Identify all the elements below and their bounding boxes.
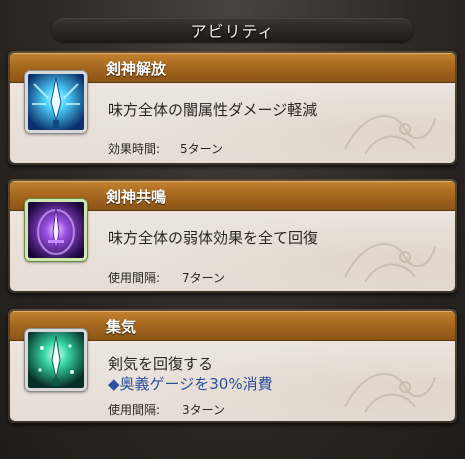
ability-cooldown-label: 使用間隔: — [108, 271, 161, 285]
ability-gauge-cost: ◆奥義ゲージを30%消費 — [108, 375, 273, 393]
blue-sword-burst-icon — [25, 71, 87, 133]
ability-description: 剣気を回復する — [108, 355, 214, 373]
filigree-ornament-icon — [344, 242, 436, 283]
filigree-ornament-icon — [344, 372, 436, 413]
ability-card-3[interactable]: 集気 剣気を回復する ◆奥義ゲージを30%消費 使用間隔: 3ターン — [8, 309, 457, 423]
ability-name: 剣神共鳴 — [106, 188, 167, 206]
ability-card-body: 剣神解放 味方全体の闇属性ダメージ軽減 効果時間: 5ターン — [10, 53, 455, 163]
filigree-ornament-icon — [344, 114, 436, 155]
panel-header: アビリティ — [0, 0, 465, 46]
ability-name: 集気 — [106, 318, 137, 336]
ability-panel: アビリティ 剣神解放 味方全体の闇属性ダメージ軽減 効果時間: 5ターン 剣神共… — [0, 0, 465, 459]
ability-description: 味方全体の闇属性ダメージ軽減 — [108, 101, 318, 119]
ability-card-body: 集気 剣気を回復する ◆奥義ゲージを30%消費 使用間隔: 3ターン — [10, 311, 455, 421]
ability-duration-value: 5ターン — [180, 142, 224, 156]
ability-card-body: 剣神共鳴 味方全体の弱体効果を全て回復 使用間隔: 7ターン — [10, 181, 455, 291]
green-sword-spirit-icon — [25, 329, 87, 391]
ability-cooldown-value: 7ターン — [182, 271, 226, 285]
purple-sword-aura-icon — [25, 199, 87, 261]
ability-duration-label: 効果時間: — [108, 142, 161, 156]
ability-card-1[interactable]: 剣神解放 味方全体の闇属性ダメージ軽減 効果時間: 5ターン — [8, 51, 457, 165]
ability-card-2[interactable]: 剣神共鳴 味方全体の弱体効果を全て回復 使用間隔: 7ターン — [8, 179, 457, 293]
ability-name: 剣神解放 — [106, 60, 167, 78]
panel-title: アビリティ — [190, 22, 275, 41]
ability-description: 味方全体の弱体効果を全て回復 — [108, 229, 319, 247]
ability-cooldown-value: 3ターン — [182, 403, 226, 417]
ability-cooldown-label: 使用間隔: — [108, 403, 161, 417]
